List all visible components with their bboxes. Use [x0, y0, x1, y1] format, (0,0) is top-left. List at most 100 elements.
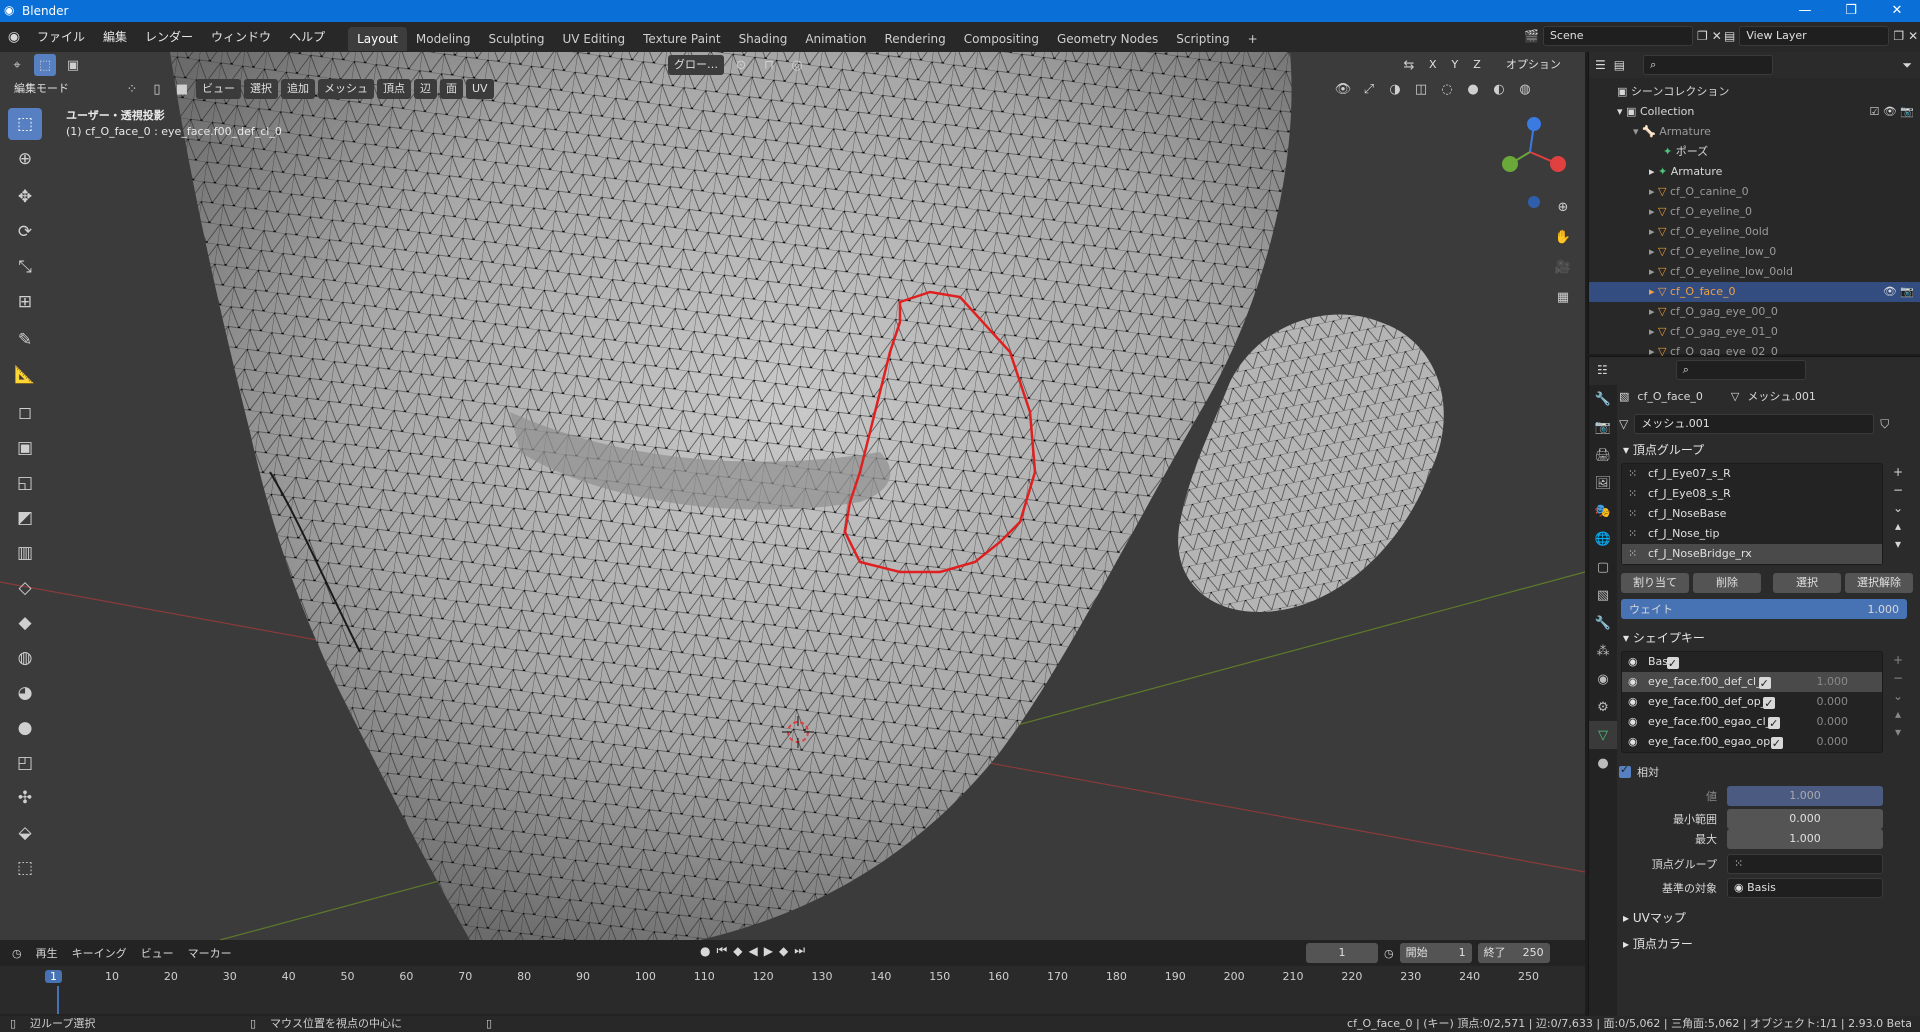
list-item[interactable]: ◉ eye_face.f00_def_op_0 0.000 — [1622, 692, 1882, 714]
outliner-search-input[interactable]: ⌕ — [1643, 55, 1774, 75]
ortho-grid-icon[interactable]: ▦ — [1552, 286, 1574, 308]
menu-file[interactable]: ファイル — [28, 22, 94, 52]
filter-icon[interactable]: ⏷ — [1902, 58, 1912, 73]
knife-tool-icon[interactable]: ◇ — [8, 572, 42, 604]
material-shading-icon[interactable]: ◐ — [1488, 78, 1510, 100]
uv-maps-header[interactable]: ▸ UVマップ — [1619, 905, 1919, 931]
menu-select[interactable]: 選択 — [244, 79, 278, 99]
world-tab-icon[interactable]: 🌐 — [1589, 525, 1617, 553]
outliner-item[interactable]: ▸ ▽ cf_O_eyeline_0old — [1589, 222, 1920, 242]
minimize-icon[interactable]: — — [1782, 0, 1828, 22]
properties-editor-icon[interactable]: ☷ — [1597, 363, 1608, 377]
outliner-pose[interactable]: ✦ ポーズ — [1589, 142, 1920, 162]
visibility-icon[interactable]: 👁 — [1332, 78, 1354, 100]
cursor-tool-icon[interactable]: ⊕ — [8, 143, 42, 175]
rendered-shading-icon[interactable]: ◍ — [1514, 78, 1536, 100]
next-keyframe-icon[interactable]: ◆ — [779, 944, 788, 958]
rip-tool-icon[interactable]: ⬙ — [8, 817, 42, 849]
delete-scene-icon[interactable]: ✕ — [1712, 29, 1722, 43]
selected-visibility-icons[interactable]: 👁 📷 — [1883, 282, 1914, 302]
outliner-armature[interactable]: ▾ 🦴 Armature — [1589, 122, 1920, 142]
wireframe-shading-icon[interactable]: ◌ — [1436, 78, 1458, 100]
move-tool-icon[interactable]: ✥ — [8, 181, 42, 213]
face-select-icon[interactable]: ■ — [171, 78, 193, 100]
collection-visibility-icons[interactable]: ☑ 👁 📷 — [1869, 102, 1914, 122]
mesh-data-icon[interactable]: ▽ — [1619, 417, 1628, 431]
select-button[interactable]: 選択 — [1773, 573, 1841, 593]
vertex-groups-header[interactable]: ▾ 頂点グループ — [1619, 437, 1919, 463]
jump-end-icon[interactable]: ⏭ — [794, 943, 805, 958]
menu-window[interactable]: ウィンドウ — [202, 22, 280, 52]
menu-uv[interactable]: UV — [466, 79, 494, 99]
add-shape-key-icon[interactable]: + — [1887, 651, 1909, 669]
playhead-label[interactable]: 1 — [45, 970, 62, 983]
list-item[interactable]: ⁙ cf_J_NoseBase — [1622, 504, 1882, 524]
scene-tab-icon[interactable]: 🎭 — [1589, 497, 1617, 525]
tab-rendering[interactable]: Rendering — [876, 27, 955, 51]
current-frame-field[interactable]: 1 — [1306, 943, 1378, 963]
tab-uv-editing[interactable]: UV Editing — [554, 27, 635, 51]
list-item[interactable]: ◉ Basis — [1622, 652, 1882, 674]
editor-type-icon[interactable]: ⌖ — [6, 54, 28, 76]
inset-tool-icon[interactable]: ◱ — [8, 467, 42, 499]
annotate-tool-icon[interactable]: ✎ — [8, 324, 42, 356]
view-layer-field[interactable]: View Layer — [1739, 26, 1890, 46]
solid-shading-icon[interactable]: ● — [1462, 78, 1484, 100]
smooth-tool-icon[interactable]: ◕ — [8, 677, 42, 709]
remove-button[interactable]: 削除 — [1693, 573, 1761, 593]
pan-hand-icon[interactable]: ✋ — [1552, 226, 1574, 248]
tool-tab-icon[interactable]: 🔧 — [1589, 385, 1617, 413]
collection-tab-icon[interactable]: ▢ — [1589, 553, 1617, 581]
mirror-y-button[interactable]: Y — [1445, 55, 1465, 75]
select-box-icon[interactable]: ⬚ — [34, 54, 56, 76]
timeline-editor-icon[interactable]: ◷ — [12, 947, 22, 960]
spin-tool-icon[interactable]: ◍ — [8, 642, 42, 674]
menu-playback[interactable]: 再生 — [36, 945, 58, 961]
shear-tool-icon[interactable]: ✣ — [8, 782, 42, 814]
menu-view[interactable]: ビュー — [141, 945, 174, 961]
delete-view-layer-icon[interactable]: ✕ — [1908, 29, 1918, 43]
prev-keyframe-icon[interactable]: ◆ — [733, 944, 742, 958]
weight-slider[interactable]: ウェイト 1.000 — [1621, 599, 1907, 619]
gizmo-toggle-icon[interactable]: ⤢ — [1358, 78, 1380, 100]
outliner-item[interactable]: ▸ ▽ cf_O_eyeline_low_0old — [1589, 262, 1920, 282]
assign-button[interactable]: 割り当て — [1621, 573, 1689, 593]
output-tab-icon[interactable]: 🖨 — [1589, 441, 1617, 469]
fake-user-icon[interactable]: ⛉ — [1880, 417, 1889, 432]
tab-scripting[interactable]: Scripting — [1167, 27, 1238, 51]
edge-select-icon[interactable]: ▯ — [146, 78, 168, 100]
add-workspace-icon[interactable]: + — [1239, 27, 1267, 51]
vertex-select-icon[interactable]: ⁘ — [121, 78, 143, 100]
menu-render[interactable]: レンダー — [136, 22, 202, 52]
deselect-button[interactable]: 選択解除 — [1845, 573, 1913, 593]
tab-shading[interactable]: Shading — [730, 27, 797, 51]
camera-view-icon[interactable]: 🎥 — [1552, 256, 1574, 278]
outliner-armature-data[interactable]: ▸ ✦ Armature — [1589, 162, 1920, 182]
remove-vertex-group-icon[interactable]: − — [1887, 481, 1909, 499]
bevel-tool-icon[interactable]: ◩ — [8, 502, 42, 534]
extrude-region-tool-icon[interactable]: ⬚ — [8, 852, 42, 884]
expand-icon[interactable]: ▸ — [1649, 165, 1655, 178]
snap-icon[interactable]: ⊓ — [758, 54, 780, 76]
pivot-icon[interactable]: ⊙ — [730, 54, 752, 76]
add-vertex-group-icon[interactable]: + — [1887, 463, 1909, 481]
list-item-selected[interactable]: ⁙ cf_J_NoseBridge_rx — [1622, 544, 1882, 564]
menu-edit[interactable]: 編集 — [94, 22, 136, 52]
list-item[interactable]: ⁙ cf_J_Eye08_s_R — [1622, 484, 1882, 504]
select-tool-icon[interactable]: ⬚ — [8, 108, 42, 140]
menu-edge[interactable]: 辺 — [414, 79, 437, 99]
maximize-icon[interactable]: ❐ — [1828, 0, 1874, 22]
select-mode-icon[interactable]: ▣ — [62, 54, 84, 76]
tab-geometry-nodes[interactable]: Geometry Nodes — [1048, 27, 1167, 51]
play-icon[interactable]: ▶ — [764, 944, 773, 958]
list-item-selected[interactable]: ◉ eye_face.f00_def_cl_0 1.000 — [1622, 672, 1882, 694]
new-view-layer-icon[interactable]: ❐ — [1893, 29, 1904, 43]
menu-help[interactable]: ヘルプ — [280, 22, 334, 52]
move-down-icon[interactable]: ▾ — [1887, 535, 1909, 553]
vertex-group-menu-icon[interactable]: ⌄ — [1887, 499, 1909, 517]
measure-tool-icon[interactable]: 📐 — [8, 359, 42, 391]
outliner-item[interactable]: ▸ ▽ cf_O_eyeline_low_0 — [1589, 242, 1920, 262]
mirror-z-button[interactable]: Z — [1467, 55, 1487, 75]
outliner-item[interactable]: ▸ ▽ cf_O_gag_eye_00_0 — [1589, 302, 1920, 322]
record-icon[interactable]: ● — [700, 944, 710, 958]
